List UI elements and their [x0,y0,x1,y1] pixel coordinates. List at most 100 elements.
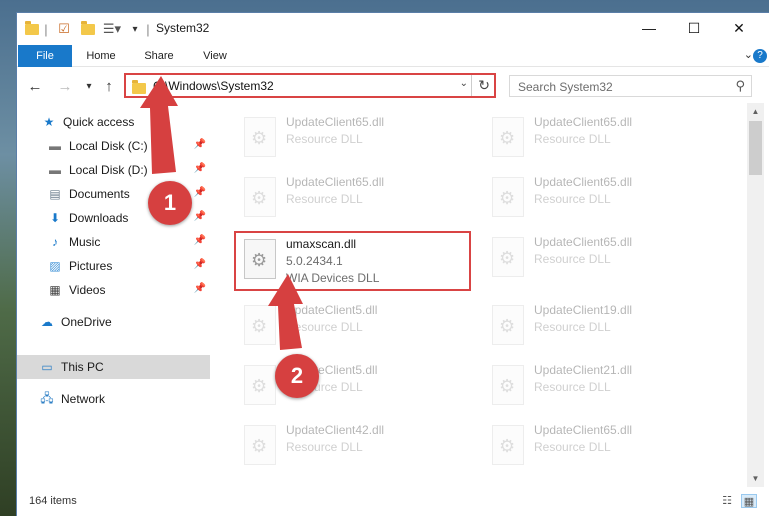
pin-icon[interactable]: 📌 [194,139,206,150]
file-tile[interactable]: UpdateClient5.dll Resource DLL [236,359,466,415]
film-icon: ▦ [49,283,61,297]
file-type: Resource DLL [286,320,363,334]
tab-share[interactable]: Share [137,45,181,67]
item-count: 164 items [29,495,77,507]
recent-locations-button[interactable]: ▾ [79,76,99,96]
navigation-bar: ← → ▾ ↑ C:\Windows\System32 ⌄ ↻ Search S… [17,70,769,102]
star-icon: ★ [43,115,55,129]
sidebar-item-label: Network [61,392,106,406]
sidebar-item-this-pc[interactable]: ▭ This PC [17,355,210,379]
navigation-pane: ★ Quick access ▬ Local Disk (C:) 📌 ▬ Loc… [17,110,210,490]
file-explorer-window: | ☑ ☰▾ ▾ | System32 — ☐ ✕ File Home Shar… [16,12,769,516]
properties-icon[interactable]: ☑ [55,19,73,39]
pin-icon[interactable]: 📌 [194,283,206,294]
separator: | [146,21,150,37]
pictures-icon: ▨ [49,259,61,273]
new-folder-icon[interactable] [79,19,97,39]
up-button[interactable]: ↑ [99,76,119,96]
file-type: Resource DLL [534,380,611,394]
sidebar-item-label: Local Disk (C:) [69,139,148,153]
tab-view[interactable]: View [193,45,237,67]
sidebar-item-local-disk-d[interactable]: ▬ Local Disk (D:) 📌 [17,158,210,182]
large-icons-view-icon[interactable]: ▦ [741,494,757,508]
vertical-scrollbar[interactable]: ▲ ▼ [747,103,764,487]
sidebar-item-onedrive[interactable]: ☁ OneDrive [17,310,210,334]
pin-icon[interactable]: 📌 [194,163,206,174]
pin-icon[interactable]: 📌 [194,187,206,198]
pin-icon[interactable]: 📌 [194,211,206,222]
file-name: UpdateClient65.dll [534,235,633,249]
back-button[interactable]: ← [25,76,45,96]
file-tile[interactable]: UpdateClient65.dll Resource DLL [484,171,714,227]
file-tile[interactable]: UpdateClient65.dll Resource DLL [236,111,466,167]
file-name: UpdateClient65.dll [534,115,633,129]
folder-icon[interactable] [23,19,41,39]
dll-file-icon [492,305,524,345]
file-tile[interactable]: UpdateClient19.dll Resource DLL [484,299,714,355]
dll-file-icon [244,305,276,345]
sidebar-item-network[interactable]: 🖧 Network [17,387,210,411]
file-tile[interactable]: UpdateClient65.dll Resource DLL [484,231,714,287]
file-tile-umaxscan[interactable]: umaxscan.dll 5.0.2434.1 WIA Devices DLL [234,231,471,291]
title-bar: | ☑ ☰▾ ▾ | System32 — ☐ ✕ [17,13,769,45]
file-type: WIA Devices DLL [286,271,380,285]
file-type: Resource DLL [534,440,611,454]
cloud-icon: ☁ [41,315,53,329]
search-placeholder: Search System32 [518,80,613,94]
documents-icon: ▤ [49,187,61,201]
dll-file-icon [244,365,276,405]
pin-icon[interactable]: 📌 [194,235,206,246]
file-tile[interactable]: UpdateClient5.dll Resource DLL [236,299,466,355]
scrollbar-thumb[interactable] [749,121,762,175]
drive-icon: ▬ [49,139,61,153]
file-tile[interactable]: UpdateClient65.dll Resource DLL [484,419,714,475]
minimize-button[interactable]: — [627,13,671,43]
file-name: UpdateClient65.dll [286,115,385,129]
sidebar-item-music[interactable]: ♪ Music 📌 [17,230,210,254]
sidebar-item-quick-access[interactable]: ★ Quick access [17,110,210,134]
search-input[interactable]: Search System32 ⚲ [509,75,752,97]
scroll-up-icon[interactable]: ▲ [747,103,764,120]
quick-access-dropdown-icon[interactable]: ▾ [129,19,141,39]
forward-button[interactable]: → [55,76,75,96]
help-icon[interactable]: ? [753,49,767,63]
expand-ribbon-icon[interactable]: ⌄ [744,48,753,61]
sidebar-item-label: This PC [61,360,104,374]
file-type: Resource DLL [286,192,363,206]
address-bar[interactable]: C:\Windows\System32 ⌄ ↻ [124,73,496,98]
sidebar-item-pictures[interactable]: ▨ Pictures 📌 [17,254,210,278]
file-tile[interactable]: UpdateClient65.dll Resource DLL [236,171,466,227]
file-version: 5.0.2434.1 [286,254,343,268]
file-tile[interactable]: UpdateClient21.dll Resource DLL [484,359,714,415]
file-name: UpdateClient21.dll [534,363,633,377]
scroll-down-icon[interactable]: ▼ [747,470,764,487]
file-list: UpdateClient65.dll Resource DLL UpdateCl… [214,103,747,487]
file-tile[interactable]: UpdateClient42.dll Resource DLL [236,419,466,475]
step-1-badge: 1 [148,181,192,225]
maximize-button[interactable]: ☐ [672,13,716,43]
sidebar-item-videos[interactable]: ▦ Videos 📌 [17,278,210,302]
file-name: UpdateClient65.dll [286,175,385,189]
sidebar-item-label: Pictures [69,259,113,273]
file-name: UpdateClient19.dll [534,303,633,317]
window-title: System32 [156,21,210,35]
address-path[interactable]: C:\Windows\System32 [153,79,274,93]
sidebar-item-label: Local Disk (D:) [69,163,148,177]
file-name: umaxscan.dll [286,237,357,251]
tab-file[interactable]: File [18,45,72,67]
tab-home[interactable]: Home [79,45,123,67]
customize-toolbar-icon[interactable]: ☰▾ [101,19,123,39]
details-view-icon[interactable]: ☷ [719,494,735,508]
refresh-icon[interactable]: ↻ [478,77,490,94]
step-2-badge: 2 [275,354,319,398]
file-tile[interactable]: UpdateClient65.dll Resource DLL [484,111,714,167]
file-type: Resource DLL [534,320,611,334]
search-icon[interactable]: ⚲ [735,78,745,94]
file-type: Resource DLL [534,192,611,206]
sidebar-item-local-disk-c[interactable]: ▬ Local Disk (C:) 📌 [17,134,210,158]
close-button[interactable]: ✕ [717,13,761,43]
folder-icon [132,80,146,94]
chevron-down-icon[interactable]: ⌄ [460,78,468,89]
pin-icon[interactable]: 📌 [194,259,206,270]
file-name: UpdateClient65.dll [534,175,633,189]
